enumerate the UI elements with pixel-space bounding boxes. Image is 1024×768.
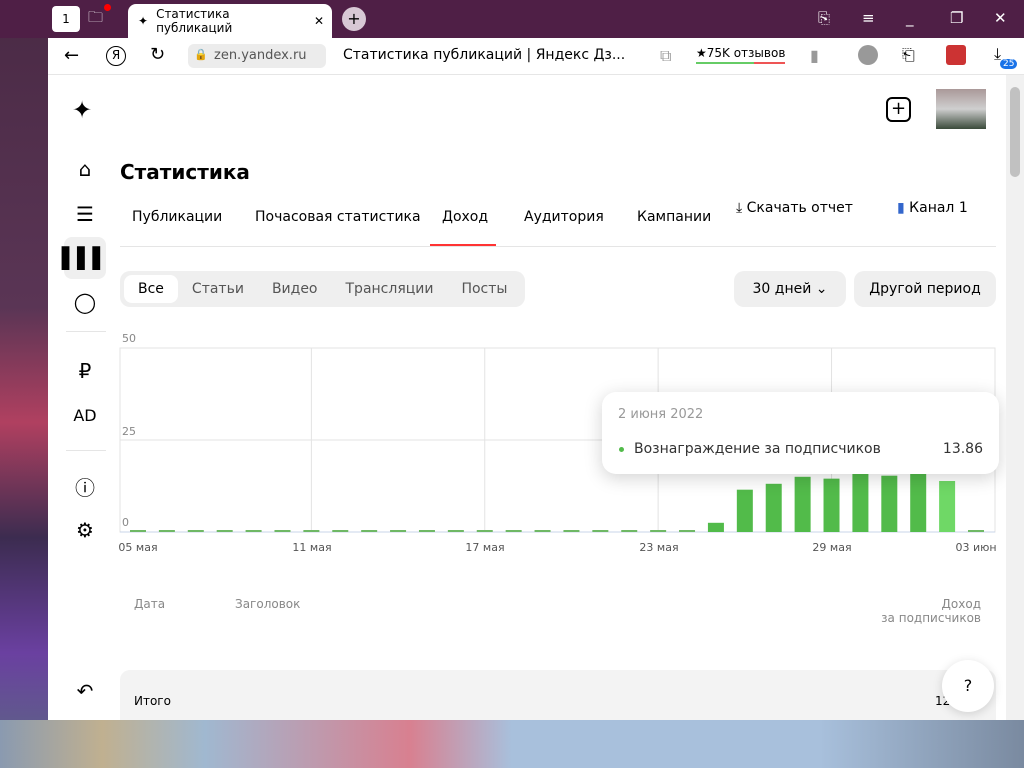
bar: [130, 530, 146, 532]
taskbar: [0, 720, 1024, 768]
scrollbar[interactable]: [1006, 75, 1024, 720]
bar: [332, 530, 349, 532]
bar: [823, 478, 840, 532]
bar: [621, 530, 638, 532]
bar: [361, 530, 378, 532]
column-income[interactable]: Доход за подписчиков: [881, 597, 981, 625]
scrollbar-thumb[interactable]: [1010, 87, 1020, 177]
bar: [968, 530, 984, 532]
bar: [418, 530, 435, 532]
tooltip-series: Вознаграждение за подписчиков: [634, 441, 881, 457]
column-date[interactable]: Дата: [134, 597, 165, 611]
bar: [707, 522, 724, 532]
income-chart: [119, 347, 996, 533]
bar: [390, 530, 407, 532]
bar: [476, 530, 493, 532]
bar: [736, 489, 753, 532]
bar: [592, 530, 609, 532]
tooltip-date: 2 июня 2022: [618, 407, 704, 422]
x-tick-label: 17 мая: [465, 541, 505, 554]
bar: [650, 530, 667, 532]
bar: [216, 530, 233, 532]
x-tick-label: 11 мая: [292, 541, 332, 554]
x-tick-label: 23 мая: [639, 541, 679, 554]
column-title[interactable]: Заголовок: [235, 597, 300, 611]
bar: [534, 530, 551, 532]
y-tick-label: 25: [122, 425, 136, 438]
chart-tooltip: 2 июня 2022 Вознаграждение за подписчико…: [602, 392, 999, 474]
tooltip-value: 13.86: [942, 441, 983, 457]
bar: [158, 530, 175, 532]
bar: [852, 473, 869, 532]
bar: [505, 530, 522, 532]
x-tick-label: 29 мая: [812, 541, 852, 554]
bar: [939, 480, 956, 532]
bar: [187, 530, 204, 532]
x-tick-label: 05 мая: [118, 541, 158, 554]
series-dot-icon: [619, 447, 624, 452]
bar: [881, 475, 898, 532]
total-row: Итого 120...: [120, 670, 996, 720]
bar: [274, 530, 291, 532]
bar: [563, 530, 580, 532]
bar: [794, 476, 811, 532]
y-tick-label: 50: [122, 332, 136, 345]
bar: [447, 530, 464, 532]
x-tick-label: 03 июн: [955, 541, 997, 554]
bar: [679, 530, 696, 532]
column-income-line2: за подписчиков: [881, 611, 981, 625]
total-label: Итого: [134, 694, 171, 708]
y-tick-label: 0: [122, 516, 129, 529]
bar: [765, 483, 782, 532]
bar: [303, 530, 320, 532]
bar: [910, 473, 927, 532]
bar: [245, 530, 262, 532]
help-button[interactable]: ?: [942, 660, 994, 712]
column-income-line1: Доход: [941, 597, 981, 611]
